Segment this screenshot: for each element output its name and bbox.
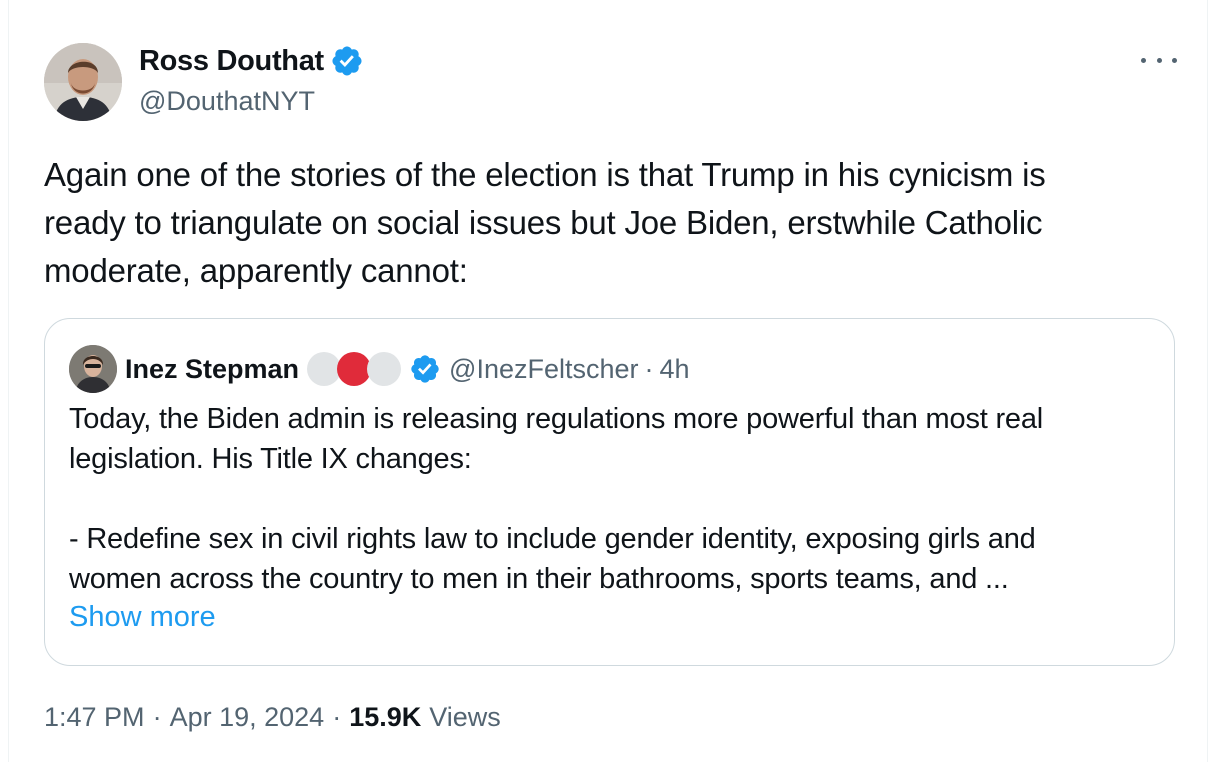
show-more-link[interactable]: Show more: [69, 601, 216, 634]
dot-icon: [1156, 57, 1162, 63]
author-name-row: Ross Douthat: [139, 44, 364, 78]
verified-badge-icon[interactable]: [409, 353, 441, 385]
emoji-circle-icon: [337, 352, 372, 386]
quoted-tweet-header: Inez Stepman @InezFeltscher · 4h: [69, 345, 690, 393]
tweet-card: Ross Douthat @DouthatNYT Again one of th…: [8, 0, 1208, 762]
tweet-meta: 1:47 PM · Apr 19, 2024 · 15.9K Views: [44, 702, 501, 733]
author-avatar[interactable]: [44, 43, 122, 121]
author-handle[interactable]: @DouthatNYT: [139, 86, 315, 117]
person-avatar-icon: [44, 43, 122, 121]
quoted-author-handle[interactable]: @InezFeltscher: [449, 354, 638, 385]
verified-badge-icon[interactable]: [330, 44, 364, 78]
separator-dot: ·: [332, 702, 342, 732]
more-options-icon[interactable]: [1141, 48, 1177, 72]
views-count[interactable]: 15.9K: [349, 702, 421, 733]
author-name[interactable]: Ross Douthat: [139, 45, 324, 78]
dot-icon: [1172, 57, 1177, 63]
quoted-tweet-time[interactable]: 4h: [660, 354, 690, 385]
tweet-time[interactable]: 1:47 PM: [44, 702, 145, 733]
quoted-tweet-text: Today, the Biden admin is releasing regu…: [69, 403, 1044, 595]
quoted-author-name[interactable]: Inez Stepman: [125, 354, 299, 385]
person-avatar-icon: [69, 345, 117, 393]
separator-dot: ·: [644, 353, 654, 384]
views-label: Views: [429, 702, 501, 732]
quoted-tweet[interactable]: Inez Stepman @InezFeltscher · 4h Today, …: [44, 318, 1175, 666]
separator-dot: ·: [152, 702, 162, 732]
dot-icon: [1141, 57, 1146, 63]
tweet-date[interactable]: Apr 19, 2024: [170, 702, 325, 733]
quoted-author-avatar[interactable]: [69, 345, 117, 393]
emoji-circle-icon: [307, 352, 342, 386]
emoji-circle-icon: [367, 352, 402, 386]
tweet-text: Again one of the stories of the election…: [44, 156, 1046, 289]
